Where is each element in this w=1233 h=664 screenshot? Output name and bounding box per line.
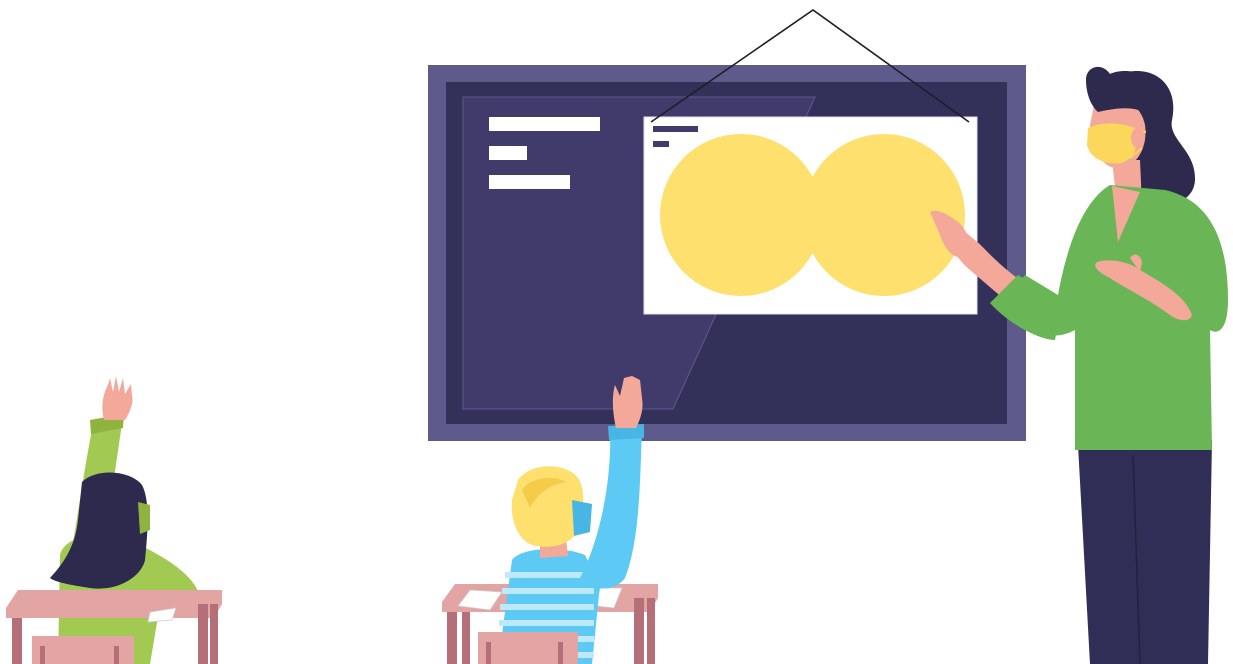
student-right-desk-leg-3 (634, 598, 644, 664)
board-text-line-3 (489, 175, 570, 189)
student-left-desk-top (6, 590, 222, 618)
board-text-line-2 (489, 146, 527, 160)
student-left-desk-leg-1 (12, 618, 22, 664)
student-left (6, 376, 222, 664)
student-left-desk-leg-2 (198, 604, 208, 664)
student-right-chair-slot-2 (558, 642, 563, 664)
student-left-hair (50, 472, 148, 589)
student-left-desk-leg-3 (210, 604, 218, 664)
student-right-desk-leg-2 (462, 612, 470, 664)
teacher-ear (1131, 128, 1145, 148)
student-left-hand (102, 376, 133, 420)
screen-title-bar (653, 126, 698, 132)
student-right-desk-leg-1 (447, 612, 457, 664)
student-left-mask (138, 502, 150, 534)
projection-screen (643, 9, 978, 315)
student-left-chair-slot-2 (114, 646, 119, 664)
venn-left-circle (660, 134, 822, 296)
classroom-illustration: .c-frame { fill: #5e5a8c; } .c-surface{ … (6, 9, 1228, 664)
student-right-mask (572, 500, 592, 536)
board-text-line-1 (489, 117, 600, 131)
student-right-desk-leg-4 (647, 598, 655, 664)
screen-subtitle-bar (653, 141, 669, 147)
teacher-pants (1078, 440, 1212, 664)
student-right-chair-slot-1 (486, 642, 491, 664)
teacher-mask (1087, 123, 1138, 164)
student-left-chair-slot-1 (40, 646, 45, 664)
